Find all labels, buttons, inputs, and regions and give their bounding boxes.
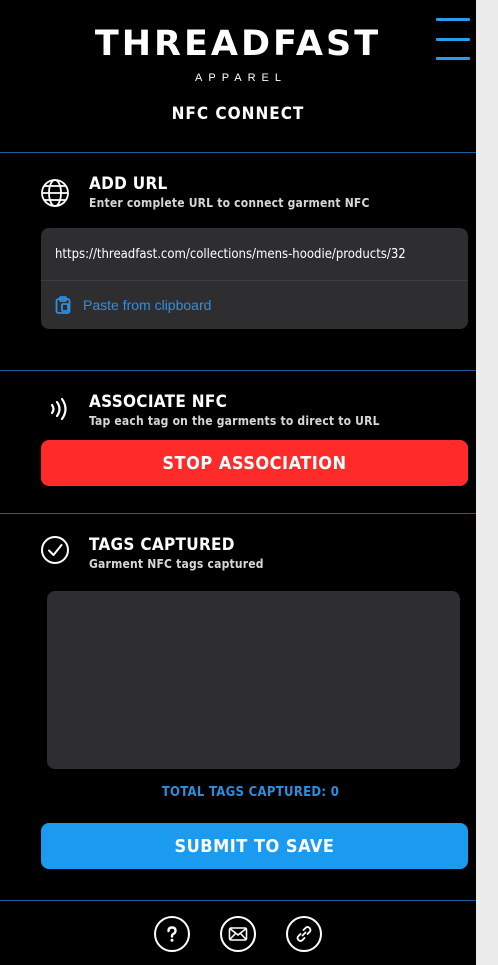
- add-url-title: ADD URL: [89, 174, 168, 194]
- tags-captured-section: TAGS CAPTURED Garment NFC tags captured …: [0, 514, 476, 869]
- paste-from-clipboard-button[interactable]: Paste from clipboard: [41, 281, 468, 329]
- captured-tags-list: [47, 591, 460, 769]
- tags-captured-title: TAGS CAPTURED: [89, 535, 235, 555]
- add-url-description: Enter complete URL to connect garment NF…: [89, 196, 370, 210]
- app-screen: THREADFAST APPAREL NFC CONNECT ADD URL E…: [0, 0, 476, 965]
- brand-logo: THREADFAST: [94, 24, 382, 64]
- url-input[interactable]: https://threadfast.com/collections/mens-…: [41, 228, 468, 281]
- nfc-signal-icon: [50, 397, 67, 421]
- header: THREADFAST APPAREL NFC CONNECT: [0, 0, 476, 152]
- url-card: https://threadfast.com/collections/mens-…: [41, 228, 468, 329]
- mail-icon[interactable]: [220, 915, 256, 952]
- footer: [0, 900, 476, 965]
- paste-label: Paste from clipboard: [83, 297, 212, 313]
- help-icon[interactable]: [154, 915, 190, 952]
- stop-association-button[interactable]: STOP ASSOCIATION: [41, 440, 468, 486]
- brand-subtitle: APPAREL: [195, 72, 287, 84]
- associate-nfc-section: ASSOCIATE NFC Tap each tag on the garmen…: [0, 371, 476, 513]
- hamburger-icon[interactable]: [436, 16, 470, 62]
- add-url-section: ADD URL Enter complete URL to connect ga…: [0, 153, 476, 370]
- clipboard-icon: [55, 296, 71, 314]
- associate-nfc-title: ASSOCIATE NFC: [89, 392, 228, 412]
- tags-captured-description: Garment NFC tags captured: [89, 557, 264, 571]
- page-title: NFC CONNECT: [171, 104, 305, 124]
- globe-icon: [41, 179, 69, 207]
- check-circle-icon: [41, 536, 69, 564]
- link-icon[interactable]: [286, 915, 322, 952]
- submit-to-save-button[interactable]: SUBMIT TO SAVE: [41, 823, 468, 869]
- associate-nfc-description: Tap each tag on the garments to direct t…: [89, 414, 380, 428]
- total-tags-count: TOTAL TAGS CAPTURED: 0: [161, 785, 340, 800]
